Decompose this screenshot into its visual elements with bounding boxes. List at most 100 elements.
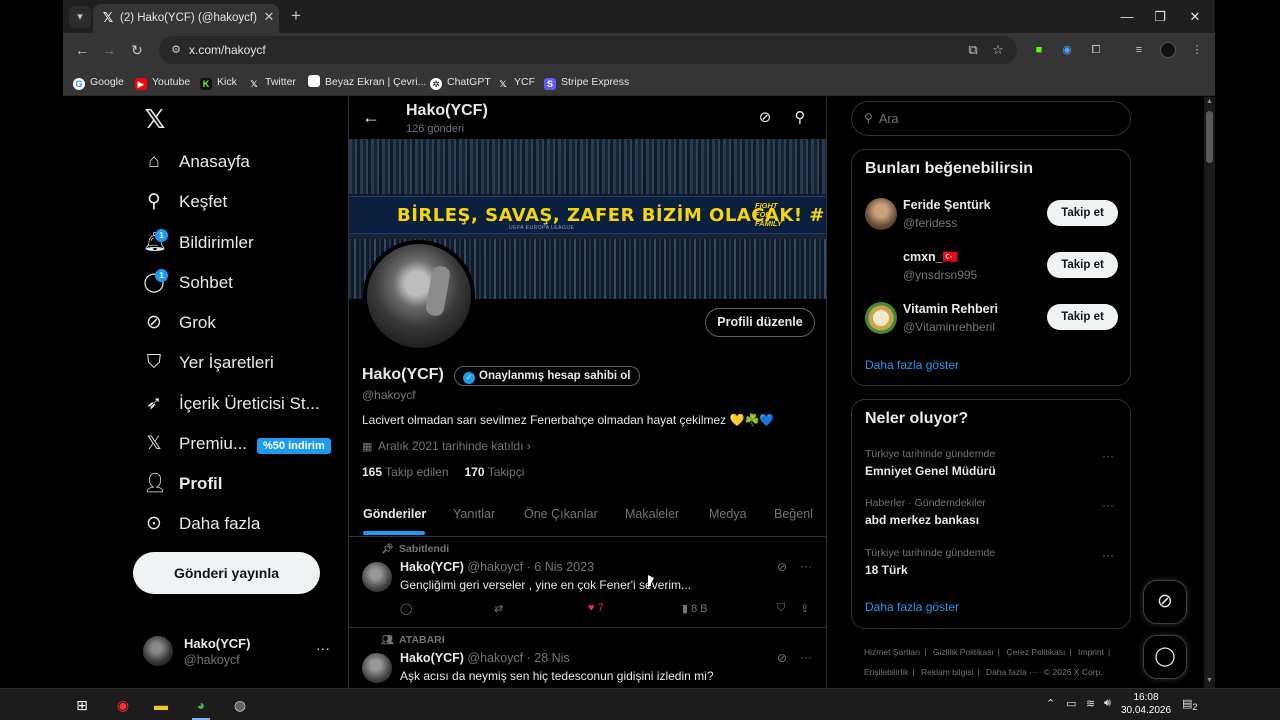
grok-icon[interactable]: ⊘ <box>777 560 787 574</box>
nav-item-bookmarks[interactable]: ⛉ Yer İşaretleri <box>143 346 343 382</box>
bookmark-beyaz-ekran[interactable]: Beyaz Ekran | Çevri... <box>308 74 426 90</box>
back-icon[interactable]: ← <box>71 39 93 61</box>
profile-avatar-icon[interactable] <box>1160 42 1176 58</box>
suggested-user[interactable]: Vitamin Rehberi @Vitaminrehberil Takip e… <box>852 294 1130 344</box>
x-logo-icon[interactable]: 𝕏 <box>143 106 167 132</box>
scrollbar[interactable]: ▲ ▼ <box>1204 97 1215 688</box>
extension-icon[interactable]: ■ <box>1031 42 1047 58</box>
forward-icon[interactable]: → <box>98 39 120 61</box>
install-app-icon[interactable]: ⧉ <box>964 42 982 58</box>
battery-icon[interactable]: ▭ <box>1066 697 1076 710</box>
tab-media[interactable]: Medya <box>709 507 747 521</box>
views-button[interactable]: ▮ 8 B <box>682 602 708 615</box>
avatar[interactable] <box>362 562 392 592</box>
bookmark-stripe[interactable]: S Stripe Express <box>544 74 629 90</box>
notification-center-icon[interactable]: ▤2 <box>1182 697 1198 712</box>
messages-fab-button[interactable]: ◯ <box>1143 635 1187 679</box>
app-icon[interactable]: ◍ <box>226 693 254 717</box>
tweet-card[interactable]: 📌︎ Sabitlendi Hako(YCF) @hakoycf · 6 Nis … <box>349 538 826 628</box>
tab-search-button[interactable]: ▾ <box>69 6 91 28</box>
footer-link[interactable]: Imprint <box>1078 647 1104 657</box>
follow-button[interactable]: Takip et <box>1047 252 1118 278</box>
minimize-button[interactable]: — <box>1110 6 1144 28</box>
tweet-card[interactable]: 👥︎ ATABARI Hako(YCF) @hakoycf · 28 Nis ⊘ … <box>349 629 826 688</box>
nav-item-notifications[interactable]: 🔔︎ 1 Bildirimler <box>143 226 343 262</box>
nav-item-explore[interactable]: ⚲ Keşfet <box>143 185 343 221</box>
follow-button[interactable]: Takip et <box>1047 200 1118 226</box>
follow-button[interactable]: Takip et <box>1047 304 1118 330</box>
reload-icon[interactable]: ↻ <box>126 39 148 61</box>
extensions-icon[interactable]: ⧠ <box>1088 42 1104 58</box>
tweet-author-name[interactable]: Hako(YCF) <box>400 560 464 574</box>
grok-icon[interactable]: ⊘ <box>777 651 787 665</box>
media-control-icon[interactable]: ≡ <box>1131 42 1147 58</box>
retweet-icon[interactable]: ⇄ <box>494 602 503 615</box>
windows-start-icon[interactable]: ⊞ <box>68 693 96 717</box>
tab-replies[interactable]: Yanıtlar <box>453 507 495 521</box>
browser-tab[interactable]: 𝕏 (2) Hako(YCF) (@hakoycf) / X ✕ <box>93 4 279 33</box>
more-icon[interactable]: ··· <box>800 650 812 664</box>
more-icon[interactable]: ··· <box>1102 548 1114 562</box>
scrollbar-thumb[interactable] <box>1206 111 1213 163</box>
footer-link[interactable]: Hizmet Şartları <box>864 647 920 657</box>
avatar[interactable] <box>362 653 392 683</box>
bookmark-twitter[interactable]: 𝕏 Twitter <box>248 74 296 90</box>
trend-item[interactable]: Haberler · Gündemdekiler abd merkez bank… <box>852 497 1130 543</box>
footer-link[interactable]: Daha fazla ··· <box>986 667 1038 677</box>
following-link[interactable]: 165 Takip edilen <box>362 465 449 479</box>
wifi-icon[interactable]: ≋ <box>1086 697 1095 710</box>
url-text[interactable]: x.com/hakoycf <box>189 43 266 57</box>
more-icon[interactable]: ··· <box>800 559 812 573</box>
footer-link[interactable]: Gizlilik Politikası <box>933 647 994 657</box>
address-bar[interactable]: ⚙ x.com/hakoycf ⧉ ☆ <box>159 36 1017 64</box>
trend-item[interactable]: Türkiye tarihinde gündemde Emniyet Genel… <box>852 448 1130 494</box>
close-tab-icon[interactable]: ✕ <box>261 9 277 25</box>
volume-icon[interactable]: 🔊︎ <box>1104 697 1111 710</box>
close-window-button[interactable]: ✕ <box>1178 6 1212 28</box>
tweet-author-name[interactable]: Hako(YCF) <box>400 651 464 665</box>
youtube-music-icon[interactable]: ◉ <box>109 693 137 717</box>
more-icon[interactable]: ··· <box>1102 449 1114 463</box>
audio-icon[interactable]: ◉ <box>1059 42 1075 58</box>
premium-discount-badge[interactable]: %50 indirim <box>257 438 331 454</box>
maximize-button[interactable]: ❐ <box>1143 6 1177 28</box>
footer-link[interactable]: Reklam bilgisi <box>921 667 973 677</box>
bookmark-chatgpt[interactable]: ✲ ChatGPT <box>430 74 491 90</box>
nav-item-more[interactable]: ⊙ Daha fazla <box>143 507 343 543</box>
nav-item-grok[interactable]: ⊘ Grok <box>143 306 343 342</box>
suggested-user[interactable]: Feride Şentürk @feridess Takip et <box>852 190 1130 240</box>
search-input[interactable]: ⚲ Ara <box>851 101 1131 136</box>
nav-item-home[interactable]: ⌂ Anasayfa <box>143 145 343 181</box>
reply-icon[interactable]: ◯ <box>400 602 412 615</box>
scroll-up-icon[interactable]: ▲ <box>1205 98 1214 105</box>
show-more-link[interactable]: Daha fazla göster <box>865 600 959 614</box>
share-icon[interactable]: ⇪ <box>800 602 809 615</box>
show-more-link[interactable]: Daha fazla göster <box>865 358 959 372</box>
bookmark-google[interactable]: G Google <box>73 74 124 90</box>
bookmark-youtube[interactable]: ▶ Youtube <box>135 74 190 90</box>
grok-fab-button[interactable]: ⊘ <box>1143 580 1187 624</box>
nav-item-creator-studio[interactable]: ➶ İçerik Üreticisi St... <box>143 387 343 423</box>
new-tab-button[interactable]: + <box>285 6 307 28</box>
back-arrow-icon[interactable]: ← <box>361 107 381 127</box>
profile-avatar[interactable] <box>363 240 475 352</box>
join-date[interactable]: ▦ Aralık 2021 tarihinde katıldı › <box>362 439 531 453</box>
tab-posts[interactable]: Gönderiler <box>363 507 426 521</box>
bookmark-icon[interactable]: ⛉ <box>777 602 785 615</box>
file-explorer-icon[interactable]: ▬ <box>147 693 175 717</box>
like-button[interactable]: ♥ 7 <box>588 602 604 614</box>
scroll-down-icon[interactable]: ▼ <box>1205 677 1214 684</box>
tab-articles[interactable]: Makaleler <box>625 507 679 521</box>
site-info-icon[interactable]: ⚙ <box>169 43 183 57</box>
account-switcher[interactable]: Hako(YCF) @hakoycf ··· <box>143 634 338 674</box>
followers-link[interactable]: 170 Takipçi <box>465 465 525 479</box>
footer-link[interactable]: Erişilebilirlik <box>864 667 908 677</box>
get-verified-button[interactable]: ✓ Onaylanmış hesap sahibi ol <box>454 366 641 386</box>
search-icon[interactable]: ⚲ <box>790 108 810 128</box>
bookmark-kick[interactable]: K Kick <box>200 74 237 90</box>
menu-icon[interactable]: ⋮ <box>1189 42 1205 58</box>
tab-likes[interactable]: Beğenl <box>774 507 813 521</box>
grok-icon[interactable]: ⊘ <box>755 108 775 128</box>
star-icon[interactable]: ☆ <box>989 42 1007 58</box>
chrome-icon[interactable]: ◕ <box>187 693 215 717</box>
